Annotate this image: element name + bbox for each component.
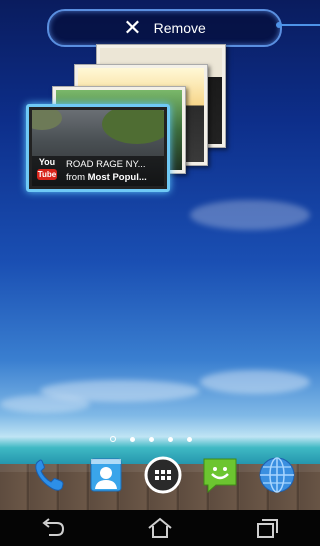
home-button[interactable] [140,513,180,543]
navigation-bar [0,510,320,546]
close-icon: ✕ [123,15,142,40]
remove-drop-target[interactable]: ✕ Remove [47,9,282,47]
page-dot [168,436,173,442]
video-caption: You Tube ROAD RAGE NY... from Most Popul… [32,156,164,186]
app-drawer-icon [144,456,182,494]
callout-line [278,24,320,26]
page-dot-active [110,436,116,442]
messaging-icon [203,458,237,494]
messaging-app[interactable] [199,454,241,496]
phone-icon [35,459,64,491]
cloud [200,370,310,394]
home-screen: ✕ Remove You Tube ROAD RAGE NY... from M… [0,0,320,546]
recent-apps-icon [256,519,278,538]
video-source: from Most Popul... [66,172,147,183]
globe-icon [259,457,295,493]
back-icon [42,518,65,536]
contacts-app[interactable] [85,454,127,496]
callout-dot [276,22,282,28]
page-dot [149,436,154,442]
remove-label: Remove [153,20,206,36]
browser-app[interactable] [256,454,298,496]
app-dock [28,453,298,497]
phone-app[interactable] [28,454,70,496]
recent-app-card-youtube[interactable]: You Tube ROAD RAGE NY... from Most Popul… [26,104,170,192]
video-title: ROAD RAGE NY... [66,159,146,170]
youtube-logo-icon: You Tube [37,157,57,180]
recent-apps-button[interactable] [247,513,287,543]
back-button[interactable] [33,513,73,543]
home-icon [148,517,172,538]
page-dot [130,436,135,442]
cloud [0,395,90,413]
all-apps-button[interactable] [142,454,184,496]
contacts-icon [90,458,122,492]
page-dot [187,436,192,442]
cloud [190,200,310,230]
page-indicator [110,435,220,443]
